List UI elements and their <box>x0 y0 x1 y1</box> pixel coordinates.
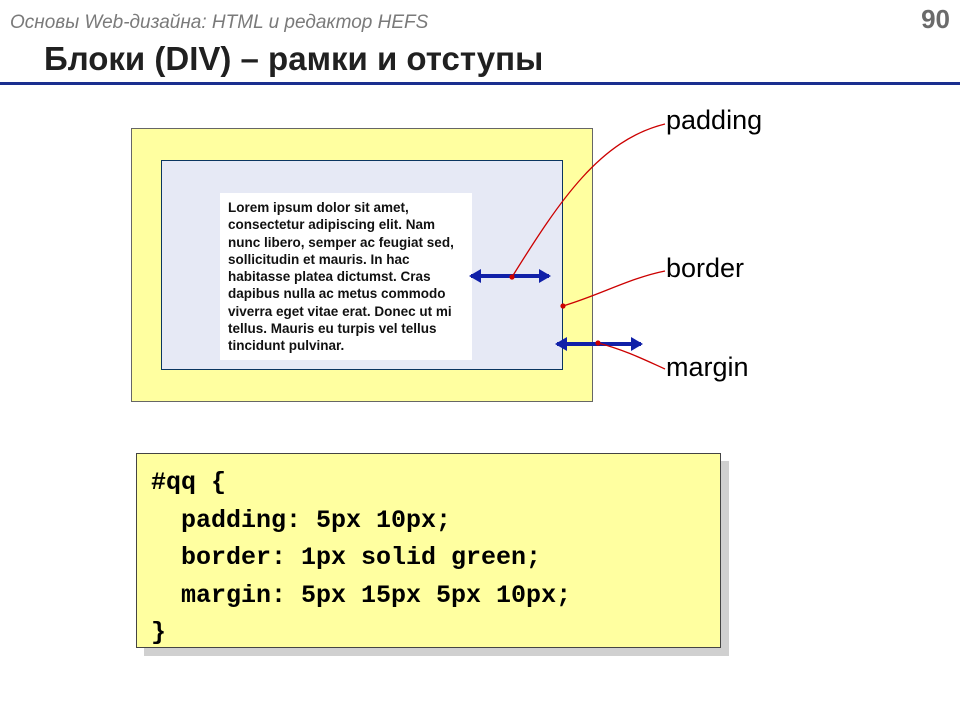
margin-label: margin <box>666 352 749 383</box>
code-text: #qq { padding: 5px 10px; border: 1px sol… <box>136 453 721 648</box>
border-box: Lorem ipsum dolor sit amet, consectetur … <box>161 160 563 370</box>
slide-header: Основы Web-дизайна: HTML и редактор HEFS… <box>10 4 950 35</box>
padding-label: padding <box>666 105 762 136</box>
page-number: 90 <box>921 4 950 35</box>
title-underline <box>0 82 960 85</box>
box-model-diagram: Lorem ipsum dolor sit amet, consectetur … <box>131 128 593 402</box>
slide-title: Блоки (DIV) – рамки и отступы <box>44 40 543 78</box>
course-title: Основы Web-дизайна: HTML и редактор HEFS <box>10 12 428 34</box>
content-box: Lorem ipsum dolor sit amet, consectetur … <box>220 193 472 360</box>
slide: Основы Web-дизайна: HTML и редактор HEFS… <box>0 0 960 720</box>
padding-arrow-icon <box>471 274 549 278</box>
border-label: border <box>666 253 744 284</box>
margin-arrow-icon <box>557 342 641 346</box>
code-block: #qq { padding: 5px 10px; border: 1px sol… <box>136 453 721 648</box>
